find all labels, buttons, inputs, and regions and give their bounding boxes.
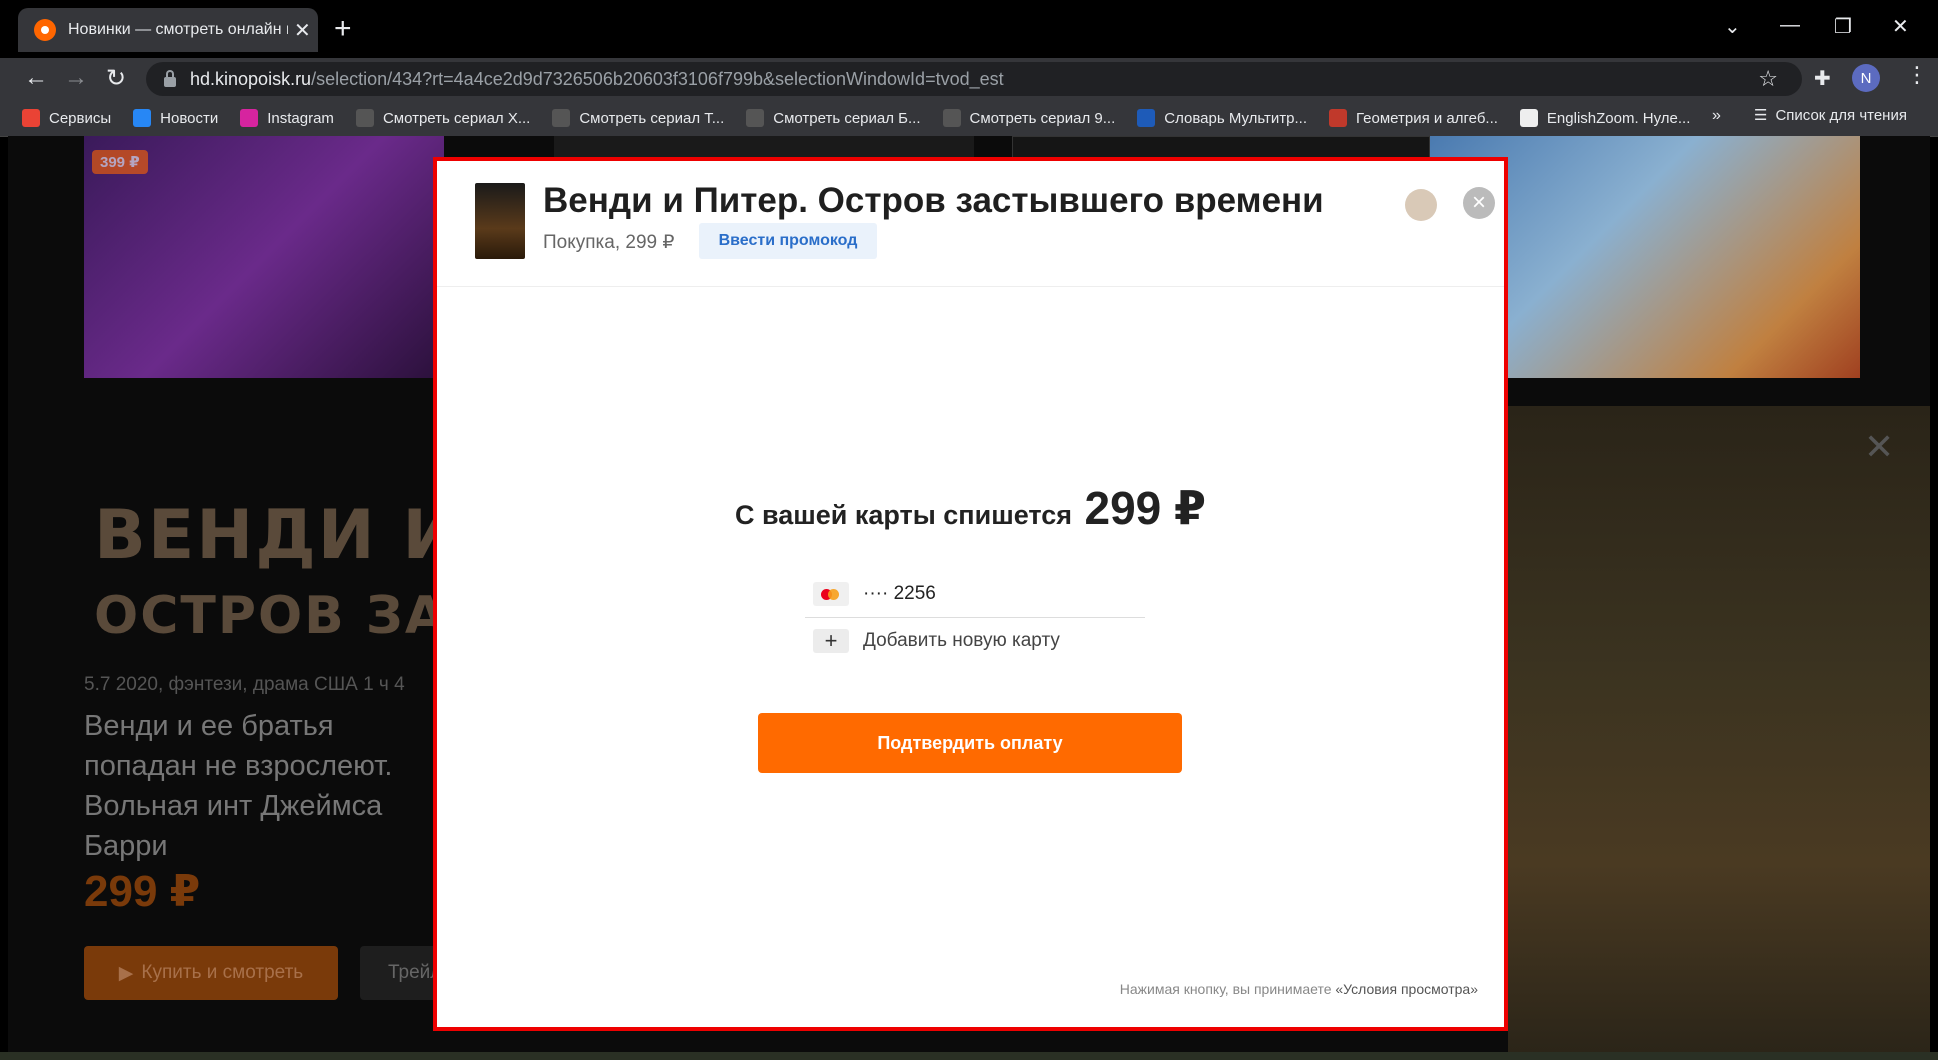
bookmark-item[interactable]: Смотреть сериал 9...	[942, 109, 1116, 127]
hd-icon	[552, 109, 571, 127]
bookmark-label: Смотреть сериал Х...	[382, 109, 531, 127]
purchase-subtitle: Покупка, 299 ₽	[543, 232, 675, 253]
tab-active[interactable]: Новинки — смотреть онлайн в ✕	[18, 8, 318, 52]
payment-modal: Венди и Питер. Остров застывшего времени…	[433, 157, 1508, 1031]
window-close-icon[interactable]: ✕	[1892, 14, 1909, 39]
reload-icon[interactable]: ↻	[106, 64, 126, 93]
mastercard-icon	[813, 582, 849, 606]
terms-note: Нажимая кнопку, вы принимаете «Условия п…	[1119, 981, 1478, 997]
tab-search-icon[interactable]: ⌄	[1724, 14, 1741, 39]
add-card-option[interactable]: + Добавить новую карту	[813, 629, 1060, 653]
modal-title: Венди и Питер. Остров застывшего времени	[543, 181, 1324, 220]
bookmark-label: Смотреть сериал 9...	[969, 109, 1116, 127]
kinopoisk-favicon-icon	[34, 19, 56, 41]
ez-icon	[1519, 109, 1538, 127]
url-text[interactable]: hd.kinopoisk.ru/selection/434?rt=4a4ce2d…	[190, 69, 1004, 90]
address-bar[interactable]: hd.kinopoisk.ru/selection/434?rt=4a4ce2d…	[146, 62, 1802, 96]
movie-card-kukolki[interactable]: 399 ₽	[84, 136, 444, 378]
browser-chrome: Новинки — смотреть онлайн в ✕ + ⌄ — ❐ ✕ …	[0, 0, 1938, 137]
lock-icon[interactable]	[164, 70, 176, 87]
tab-close-icon[interactable]: ✕	[294, 18, 311, 43]
bookmark-item[interactable]: Сервисы	[22, 109, 111, 127]
bottom-strip	[0, 1052, 1938, 1060]
bg-buy-button[interactable]: ▶ Купить и смотреть	[84, 946, 338, 1000]
bg-movie-meta: 5.7 2020, фэнтези, драма США 1 ч 4	[84, 674, 405, 695]
bookmark-label: EnglishZoom. Нуле...	[1546, 109, 1691, 127]
extensions-puzzle-icon[interactable]: ✚	[1814, 66, 1831, 91]
bookmark-label: Словарь Мультитр...	[1164, 109, 1308, 127]
back-arrow-icon[interactable]: ←	[24, 64, 48, 92]
bookmark-label: Геометрия и алгеб...	[1356, 109, 1498, 127]
bookmark-item[interactable]: Словарь Мультитр...	[1137, 109, 1307, 127]
bookmark-item[interactable]: Смотреть сериал Т...	[552, 109, 724, 127]
vk-icon	[133, 109, 152, 127]
tab-title: Новинки — смотреть онлайн в	[68, 21, 288, 38]
minimize-icon[interactable]: —	[1780, 14, 1800, 37]
bookmark-label: Смотреть сериал Б...	[773, 109, 921, 127]
card-price-badge: 399 ₽	[92, 150, 148, 174]
bookmark-icon	[1329, 109, 1348, 127]
new-tab-icon[interactable]: +	[334, 14, 352, 44]
plus-icon: +	[813, 629, 849, 653]
bookmark-item[interactable]: Смотреть сериал Б...	[746, 109, 921, 127]
reading-list-icon: ☰	[1754, 107, 1768, 124]
card-number: ···· 2256	[863, 583, 936, 604]
charge-summary: С вашей карты спишется 299 ₽	[437, 481, 1504, 535]
bookmark-star-icon[interactable]: ☆	[1758, 66, 1778, 92]
bookmarks-more-button[interactable]: »	[1712, 107, 1721, 125]
bookmark-item[interactable]: EnglishZoom. Нуле...	[1519, 109, 1691, 127]
reading-list-button[interactable]: ☰ Список для чтения	[1754, 106, 1907, 125]
terms-link[interactable]: «Условия просмотра»	[1335, 981, 1478, 997]
bg-close-icon[interactable]: ✕	[1864, 426, 1894, 468]
bg-movie-description: Венди и ее братья попадан не взрослеют. …	[84, 710, 393, 862]
saved-card-option[interactable]: ···· 2256	[805, 571, 1145, 618]
toolbar: ← → ↻ hd.kinopoisk.ru/selection/434?rt=4…	[0, 58, 1938, 100]
bookmarks-bar: Сервисы Новости Instagram Смотреть сериал Х…	[0, 100, 1938, 137]
charge-label: С вашей карты спишется	[734, 500, 1073, 530]
bg-movie-art	[1508, 406, 1930, 1060]
bookmark-label: Сервисы	[49, 109, 112, 127]
tab-strip: Новинки — смотреть онлайн в ✕ + ⌄ — ❐ ✕	[0, 0, 1938, 58]
movie-poster	[475, 183, 525, 259]
bookmark-item[interactable]: Новости	[133, 109, 218, 127]
hd-icon	[942, 109, 961, 127]
restore-icon[interactable]: ❐	[1834, 14, 1852, 39]
bookmark-item[interactable]: Геометрия и алгеб...	[1329, 109, 1498, 127]
user-avatar[interactable]	[1405, 189, 1437, 221]
hd-icon	[355, 109, 374, 127]
play-icon: ▶	[118, 962, 134, 984]
bookmark-label: Instagram	[267, 109, 334, 127]
bookmark-label: Смотреть сериал Т...	[579, 109, 725, 127]
forward-arrow-icon[interactable]: →	[64, 64, 88, 92]
kebab-menu-icon[interactable]: ⋮	[1906, 62, 1928, 88]
promo-code-button[interactable]: Ввести промокод	[699, 223, 877, 259]
bookmark-item[interactable]: Instagram	[240, 109, 334, 127]
confirm-payment-button[interactable]: Подтвердить оплату	[758, 713, 1182, 773]
bookmark-label: Новости	[160, 109, 219, 127]
modal-close-icon[interactable]: ×	[1463, 187, 1495, 219]
profile-avatar[interactable]: N	[1852, 64, 1880, 92]
header-divider	[437, 286, 1504, 287]
apps-grid-icon	[22, 109, 40, 127]
bg-movie-price: 299 ₽	[84, 867, 201, 916]
multitran-icon	[1137, 109, 1156, 127]
add-card-label: Добавить новую карту	[863, 630, 1060, 651]
charge-amount: 299 ₽	[1084, 482, 1207, 534]
instagram-icon	[240, 109, 259, 127]
hd-icon	[746, 109, 765, 127]
bookmark-item[interactable]: Смотреть сериал Х...	[355, 109, 531, 127]
